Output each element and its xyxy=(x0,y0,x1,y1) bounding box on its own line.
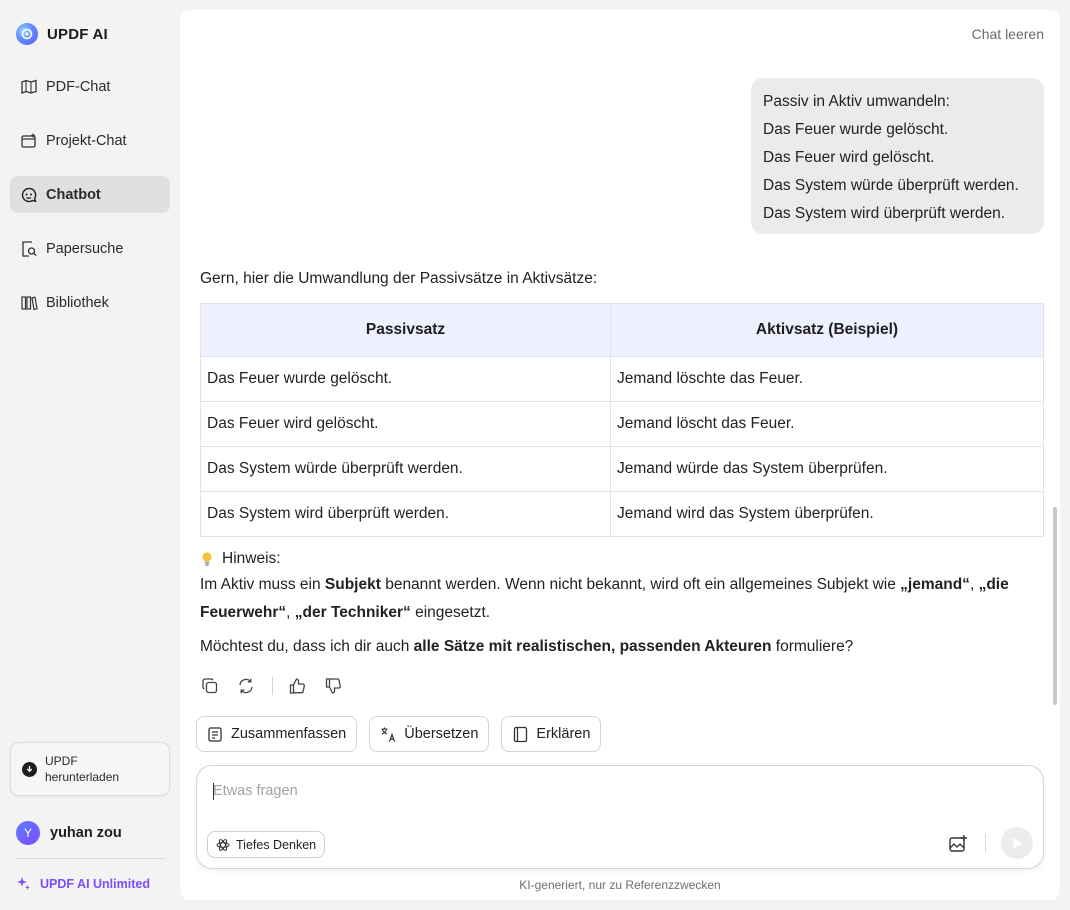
ai-disclaimer: KI-generiert, nur zu Referenzzwecken xyxy=(519,878,721,892)
user-message-bubble: Passiv in Aktiv umwandeln: Das Feuer wur… xyxy=(751,78,1044,234)
project-chat-icon xyxy=(21,133,36,148)
download-icon xyxy=(22,761,37,777)
table-cell: Jemand wird das System überprüfen. xyxy=(610,491,1044,537)
sidebar-item-projekt-chat[interactable]: Projekt-Chat xyxy=(10,122,170,159)
hint-text-part: benannt werden. Wenn nicht bekannt, wird… xyxy=(380,576,901,593)
user-message-line: Passiv in Aktiv umwandeln: xyxy=(763,93,950,110)
summarize-icon xyxy=(208,726,222,742)
followup-question: Möchtest du, dass ich dir auch alle Sätz… xyxy=(200,635,1044,659)
summarize-chip[interactable]: Zusammenfassen xyxy=(196,716,358,752)
translate-chip[interactable]: Übersetzen xyxy=(369,716,490,752)
user-message-line: Das Feuer wurde gelöscht. xyxy=(763,121,949,138)
user-message-line: Das System würde überprüft werden. xyxy=(763,177,1019,194)
atom-icon xyxy=(216,838,230,851)
deep-think-label: Tiefes Denken xyxy=(236,837,317,852)
updf-logo-icon xyxy=(16,23,38,45)
question-text-part: Möchtest du, dass ich dir auch xyxy=(200,638,414,655)
avatar: Y xyxy=(16,821,40,845)
hint-heading: Hinweis: xyxy=(200,548,1044,570)
table-cell: Jemand löschte das Feuer. xyxy=(610,356,1044,402)
hint-bold-part: Subjekt xyxy=(324,576,381,593)
sidebar-item-bibliothek[interactable]: Bibliothek xyxy=(10,284,170,321)
sidebar: UPDF AI PDF-Chat Projekt-Chat Chatbot Pa… xyxy=(0,0,180,910)
clear-chat-button[interactable]: Chat leeren xyxy=(972,26,1044,42)
hint-text: Im Aktiv muss ein Subjekt benannt werden… xyxy=(200,571,1044,627)
sidebar-divider xyxy=(16,858,166,859)
deep-think-toggle[interactable]: Tiefes Denken xyxy=(207,831,326,858)
table-header: Aktivsatz (Beispiel) xyxy=(610,303,1044,357)
chip-label: Zusammenfassen xyxy=(231,726,347,742)
table-cell: Jemand würde das System überprüfen. xyxy=(610,446,1044,492)
answer-intro: Gern, hier die Umwandlung der Passivsätz… xyxy=(200,270,598,287)
sidebar-item-label: Papersuche xyxy=(46,240,124,257)
sparkle-icon xyxy=(17,877,30,890)
explain-chip[interactable]: Erklären xyxy=(501,716,602,752)
upgrade-label: UPDF AI Unlimited xyxy=(40,876,150,891)
sidebar-item-chatbot[interactable]: Chatbot xyxy=(10,176,170,213)
upgrade-link[interactable]: UPDF AI Unlimited xyxy=(16,876,150,891)
table-cell: Jemand löscht das Feuer. xyxy=(610,401,1044,447)
chatbot-icon xyxy=(21,187,37,202)
hint-text-part: Im Aktiv muss ein xyxy=(200,576,325,593)
lightbulb-icon xyxy=(202,552,212,566)
question-bold-part: alle Sätze mit realistischen, passenden … xyxy=(413,638,772,655)
brand-title: UPDF AI xyxy=(47,25,108,43)
library-icon xyxy=(21,295,38,310)
hint-bold-part: „jemand“ xyxy=(900,576,970,593)
quick-actions: Zusammenfassen Übersetzen Erklären xyxy=(196,716,602,752)
thumbs-up-icon[interactable] xyxy=(287,676,307,696)
copy-icon[interactable] xyxy=(200,676,220,696)
translate-icon xyxy=(381,727,396,742)
table-row: Das Feuer wird gelöscht. Jemand löscht d… xyxy=(200,401,1044,447)
download-label: UPDF herunterladen xyxy=(45,754,120,784)
actions-divider xyxy=(272,677,273,695)
chat-scrollbar[interactable] xyxy=(1053,507,1057,705)
send-icon xyxy=(1011,837,1023,849)
hint-text-part: eingesetzt. xyxy=(410,604,491,621)
sidebar-item-label: Chatbot xyxy=(46,186,101,203)
user-profile[interactable]: Y yuhan zou xyxy=(16,821,122,845)
hint-text-part: , xyxy=(969,576,979,593)
sidebar-item-pdf-chat[interactable]: PDF-Chat xyxy=(10,68,170,105)
user-name: yuhan zou xyxy=(50,825,122,841)
table-row: Das System wird überprüft werden. Jemand… xyxy=(200,491,1044,537)
table-row: Das Feuer wurde gelöscht. Jemand löschte… xyxy=(200,356,1044,402)
pdf-chat-icon xyxy=(21,79,37,94)
table-cell: Das System wird überprüft werden. xyxy=(200,491,611,537)
brand: UPDF AI xyxy=(16,21,108,47)
sidebar-item-label: PDF-Chat xyxy=(46,78,111,95)
table-cell: Das Feuer wird gelöscht. xyxy=(200,401,611,447)
conversion-table: Passivsatz Aktivsatz (Beispiel) Das Feue… xyxy=(200,303,1044,537)
image-upload-icon[interactable] xyxy=(947,833,969,855)
table-cell: Das System würde überprüft werden. xyxy=(200,446,611,492)
chip-label: Übersetzen xyxy=(404,726,479,742)
sidebar-item-papersuche[interactable]: Papersuche xyxy=(10,230,170,267)
regenerate-icon[interactable] xyxy=(236,676,256,696)
book-icon xyxy=(514,726,528,742)
hint-text-part: , xyxy=(286,604,295,621)
ai-answer: Gern, hier die Umwandlung der Passivsätz… xyxy=(200,267,1044,659)
user-message-line: Das Feuer wird gelöscht. xyxy=(763,149,935,166)
send-button[interactable] xyxy=(1001,827,1033,859)
table-header: Passivsatz xyxy=(200,303,611,357)
paper-search-icon xyxy=(22,240,37,257)
sidebar-item-label: Projekt-Chat xyxy=(46,132,127,149)
thumbs-down-icon[interactable] xyxy=(323,676,343,696)
hint-bold-part: „der Techniker“ xyxy=(294,604,411,621)
message-actions xyxy=(200,676,359,696)
hint-title: Hinweis: xyxy=(222,550,281,567)
download-updf-button[interactable]: UPDF herunterladen xyxy=(10,742,170,796)
sidebar-item-label: Bibliothek xyxy=(46,294,109,311)
chat-input[interactable] xyxy=(213,780,993,802)
chip-label: Erklären xyxy=(536,726,591,742)
table-row: Das System würde überprüft werden. Jeman… xyxy=(200,446,1044,492)
table-header-row: Passivsatz Aktivsatz (Beispiel) xyxy=(200,303,1044,357)
user-message-line: Das System wird überprüft werden. xyxy=(763,205,1006,222)
question-text-part: formuliere? xyxy=(771,638,854,655)
input-divider xyxy=(985,834,986,852)
chat-input-box: Tiefes Denken xyxy=(196,765,1044,869)
chat-panel: Chat leeren Passiv in Aktiv umwandeln: D… xyxy=(180,10,1060,900)
table-cell: Das Feuer wurde gelöscht. xyxy=(200,356,611,402)
